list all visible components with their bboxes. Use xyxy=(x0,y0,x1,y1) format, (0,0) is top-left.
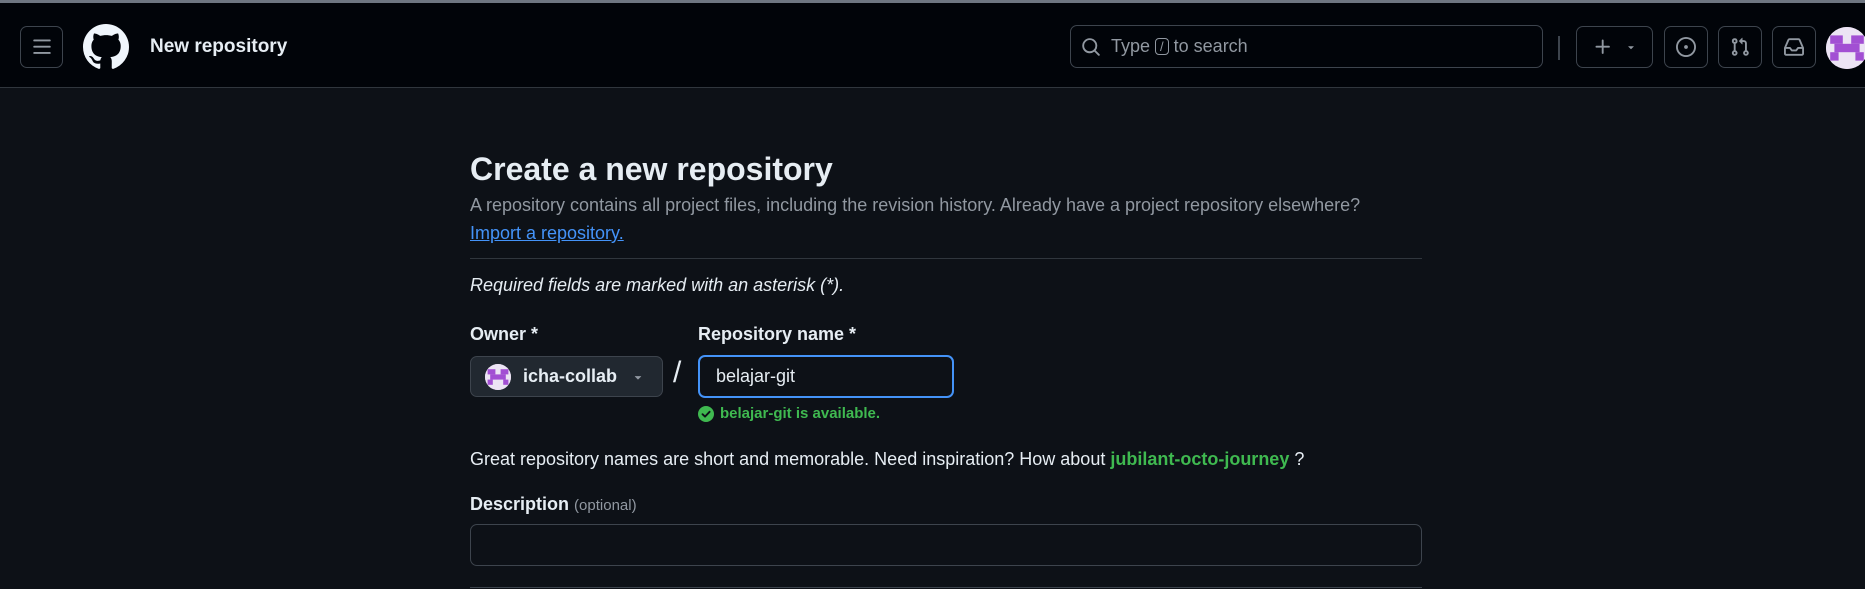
description-label-text: Description xyxy=(470,494,570,514)
suggestion-text: Great repository names are short and mem… xyxy=(470,449,1106,469)
intro-text: A repository contains all project files,… xyxy=(470,195,1361,215)
identicon-icon xyxy=(1826,27,1865,69)
suggested-name-link[interactable]: jubilant-octo-journey xyxy=(1110,449,1289,469)
search-shortcut-key: / xyxy=(1155,38,1169,55)
open-menu-button[interactable] xyxy=(20,26,63,68)
section-divider-bottom xyxy=(470,587,1422,588)
user-avatar[interactable] xyxy=(1826,27,1865,69)
owner-repo-separator: / xyxy=(673,356,682,389)
owner-label: Owner * xyxy=(470,324,539,344)
required-fields-note: Required fields are marked with an aster… xyxy=(470,275,845,295)
repository-name-input[interactable] xyxy=(698,355,954,398)
search-placeholder-prefix: Type xyxy=(1111,36,1151,56)
caret-down-icon xyxy=(634,375,642,380)
suggestion-end: ? xyxy=(1294,449,1305,469)
name-suggestion: Great repository names are short and mem… xyxy=(470,449,1304,470)
description-input[interactable] xyxy=(470,524,1422,566)
create-new-button[interactable] xyxy=(1576,26,1653,68)
owner-name: icha-collab xyxy=(523,366,618,386)
search-placeholder-suffix: to search xyxy=(1173,36,1248,56)
form-heading: Create a new repository xyxy=(470,151,833,187)
hamburger-menu-icon xyxy=(32,39,51,54)
description-label: Description (optional) xyxy=(470,494,637,515)
header-divider xyxy=(1558,36,1560,60)
chevron-down-icon xyxy=(1627,46,1634,50)
page-title[interactable]: New repository xyxy=(150,36,287,58)
pull-requests-icon xyxy=(1731,37,1749,56)
section-divider xyxy=(470,258,1422,259)
search-input[interactable]: Type / to search xyxy=(1070,25,1543,68)
issues-icon xyxy=(1676,37,1696,57)
search-icon xyxy=(1082,37,1100,56)
top-header: New repository Type / to search xyxy=(0,3,1865,88)
issues-button[interactable] xyxy=(1664,26,1708,68)
optional-tag: (optional) xyxy=(574,497,637,514)
owner-avatar xyxy=(485,363,511,390)
plus-icon xyxy=(1595,39,1610,54)
repository-name-label: Repository name * xyxy=(698,324,857,344)
inbox-button[interactable] xyxy=(1772,26,1816,68)
check-circle-icon xyxy=(698,405,714,422)
pull-requests-button[interactable] xyxy=(1718,26,1762,68)
inbox-icon xyxy=(1784,38,1804,56)
availability-text: belajar-git is available. xyxy=(720,405,881,422)
github-logo[interactable] xyxy=(83,24,129,70)
availability-status: belajar-git is available. xyxy=(698,405,880,422)
owner-dropdown[interactable]: icha-collab xyxy=(470,356,663,397)
import-repository-link[interactable]: Import a repository. xyxy=(470,223,624,244)
identicon-icon xyxy=(485,363,511,390)
